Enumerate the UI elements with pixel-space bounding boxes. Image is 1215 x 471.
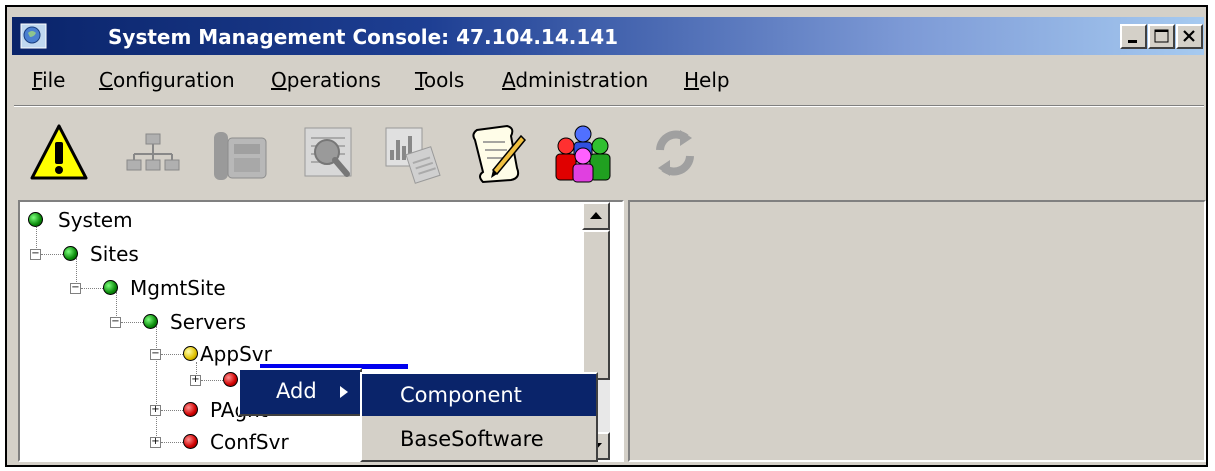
expand-icon[interactable]: +	[190, 375, 201, 386]
status-green-icon	[143, 314, 158, 329]
status-red-icon	[183, 434, 198, 449]
status-red-icon	[183, 402, 198, 417]
maximize-button[interactable]	[1148, 24, 1175, 49]
status-red-icon	[223, 372, 238, 387]
context-submenu: Component BaseSoftware	[360, 372, 598, 462]
tree-item-sites[interactable]: − Sites	[30, 242, 230, 270]
menu-help[interactable]: Help	[684, 68, 730, 92]
submenu-item-basesoftware[interactable]: BaseSoftware	[362, 418, 596, 460]
alarm-warning-icon[interactable]	[28, 120, 90, 186]
minimize-button[interactable]	[1120, 24, 1147, 49]
status-yellow-icon	[183, 346, 198, 361]
users-group-icon[interactable]	[552, 120, 614, 186]
arrow-up-icon	[590, 212, 602, 219]
expand-icon[interactable]: +	[150, 437, 161, 448]
tree-item-servers[interactable]: − Servers	[110, 310, 330, 338]
context-menu-item-add[interactable]: Add	[240, 370, 360, 414]
scroll-thumb[interactable]	[582, 230, 610, 380]
status-green-icon	[103, 280, 118, 295]
minimize-icon	[1128, 40, 1137, 43]
tree-item-mgmtsite[interactable]: − MgmtSite	[70, 276, 290, 304]
expand-icon[interactable]: +	[150, 405, 161, 416]
collapse-icon[interactable]: −	[30, 249, 41, 260]
details-pane[interactable]	[628, 200, 1206, 462]
toolbar	[12, 110, 1204, 196]
menu-bar: File Configuration Operations Tools Admi…	[12, 62, 1204, 100]
menu-configuration[interactable]: Configuration	[99, 68, 235, 92]
menu-administration[interactable]: Administration	[502, 68, 648, 92]
maximize-icon	[1154, 29, 1169, 43]
title-bar[interactable]: System Management Console: 47.104.14.141	[12, 17, 1204, 55]
status-green-icon	[63, 246, 78, 261]
collapse-icon[interactable]: −	[70, 283, 81, 294]
close-icon	[1183, 30, 1195, 42]
collapse-icon[interactable]: −	[150, 349, 161, 360]
menu-tools[interactable]: Tools	[415, 68, 464, 92]
log-viewer-icon[interactable]	[297, 120, 359, 186]
menu-file[interactable]: File	[32, 68, 65, 92]
reports-icon[interactable]	[380, 120, 442, 186]
scroll-edit-icon[interactable]	[467, 120, 529, 186]
tree-item-confsvr[interactable]: + ConfSvr	[150, 430, 370, 458]
refresh-icon[interactable]	[644, 120, 706, 186]
collapse-icon[interactable]: −	[110, 317, 121, 328]
scroll-up-button[interactable]	[582, 202, 610, 230]
menu-separator	[14, 105, 1204, 107]
close-button[interactable]	[1176, 24, 1203, 49]
console-icon[interactable]	[20, 23, 47, 49]
status-green-icon	[28, 212, 43, 227]
context-menu: Add	[238, 368, 362, 416]
submenu-arrow-icon	[340, 386, 348, 398]
menu-operations[interactable]: Operations	[271, 68, 381, 92]
telephone-icon[interactable]	[210, 120, 272, 186]
window-title: System Management Console: 47.104.14.141	[108, 25, 619, 49]
topology-icon[interactable]	[122, 120, 184, 186]
submenu-item-component[interactable]: Component	[362, 374, 596, 416]
